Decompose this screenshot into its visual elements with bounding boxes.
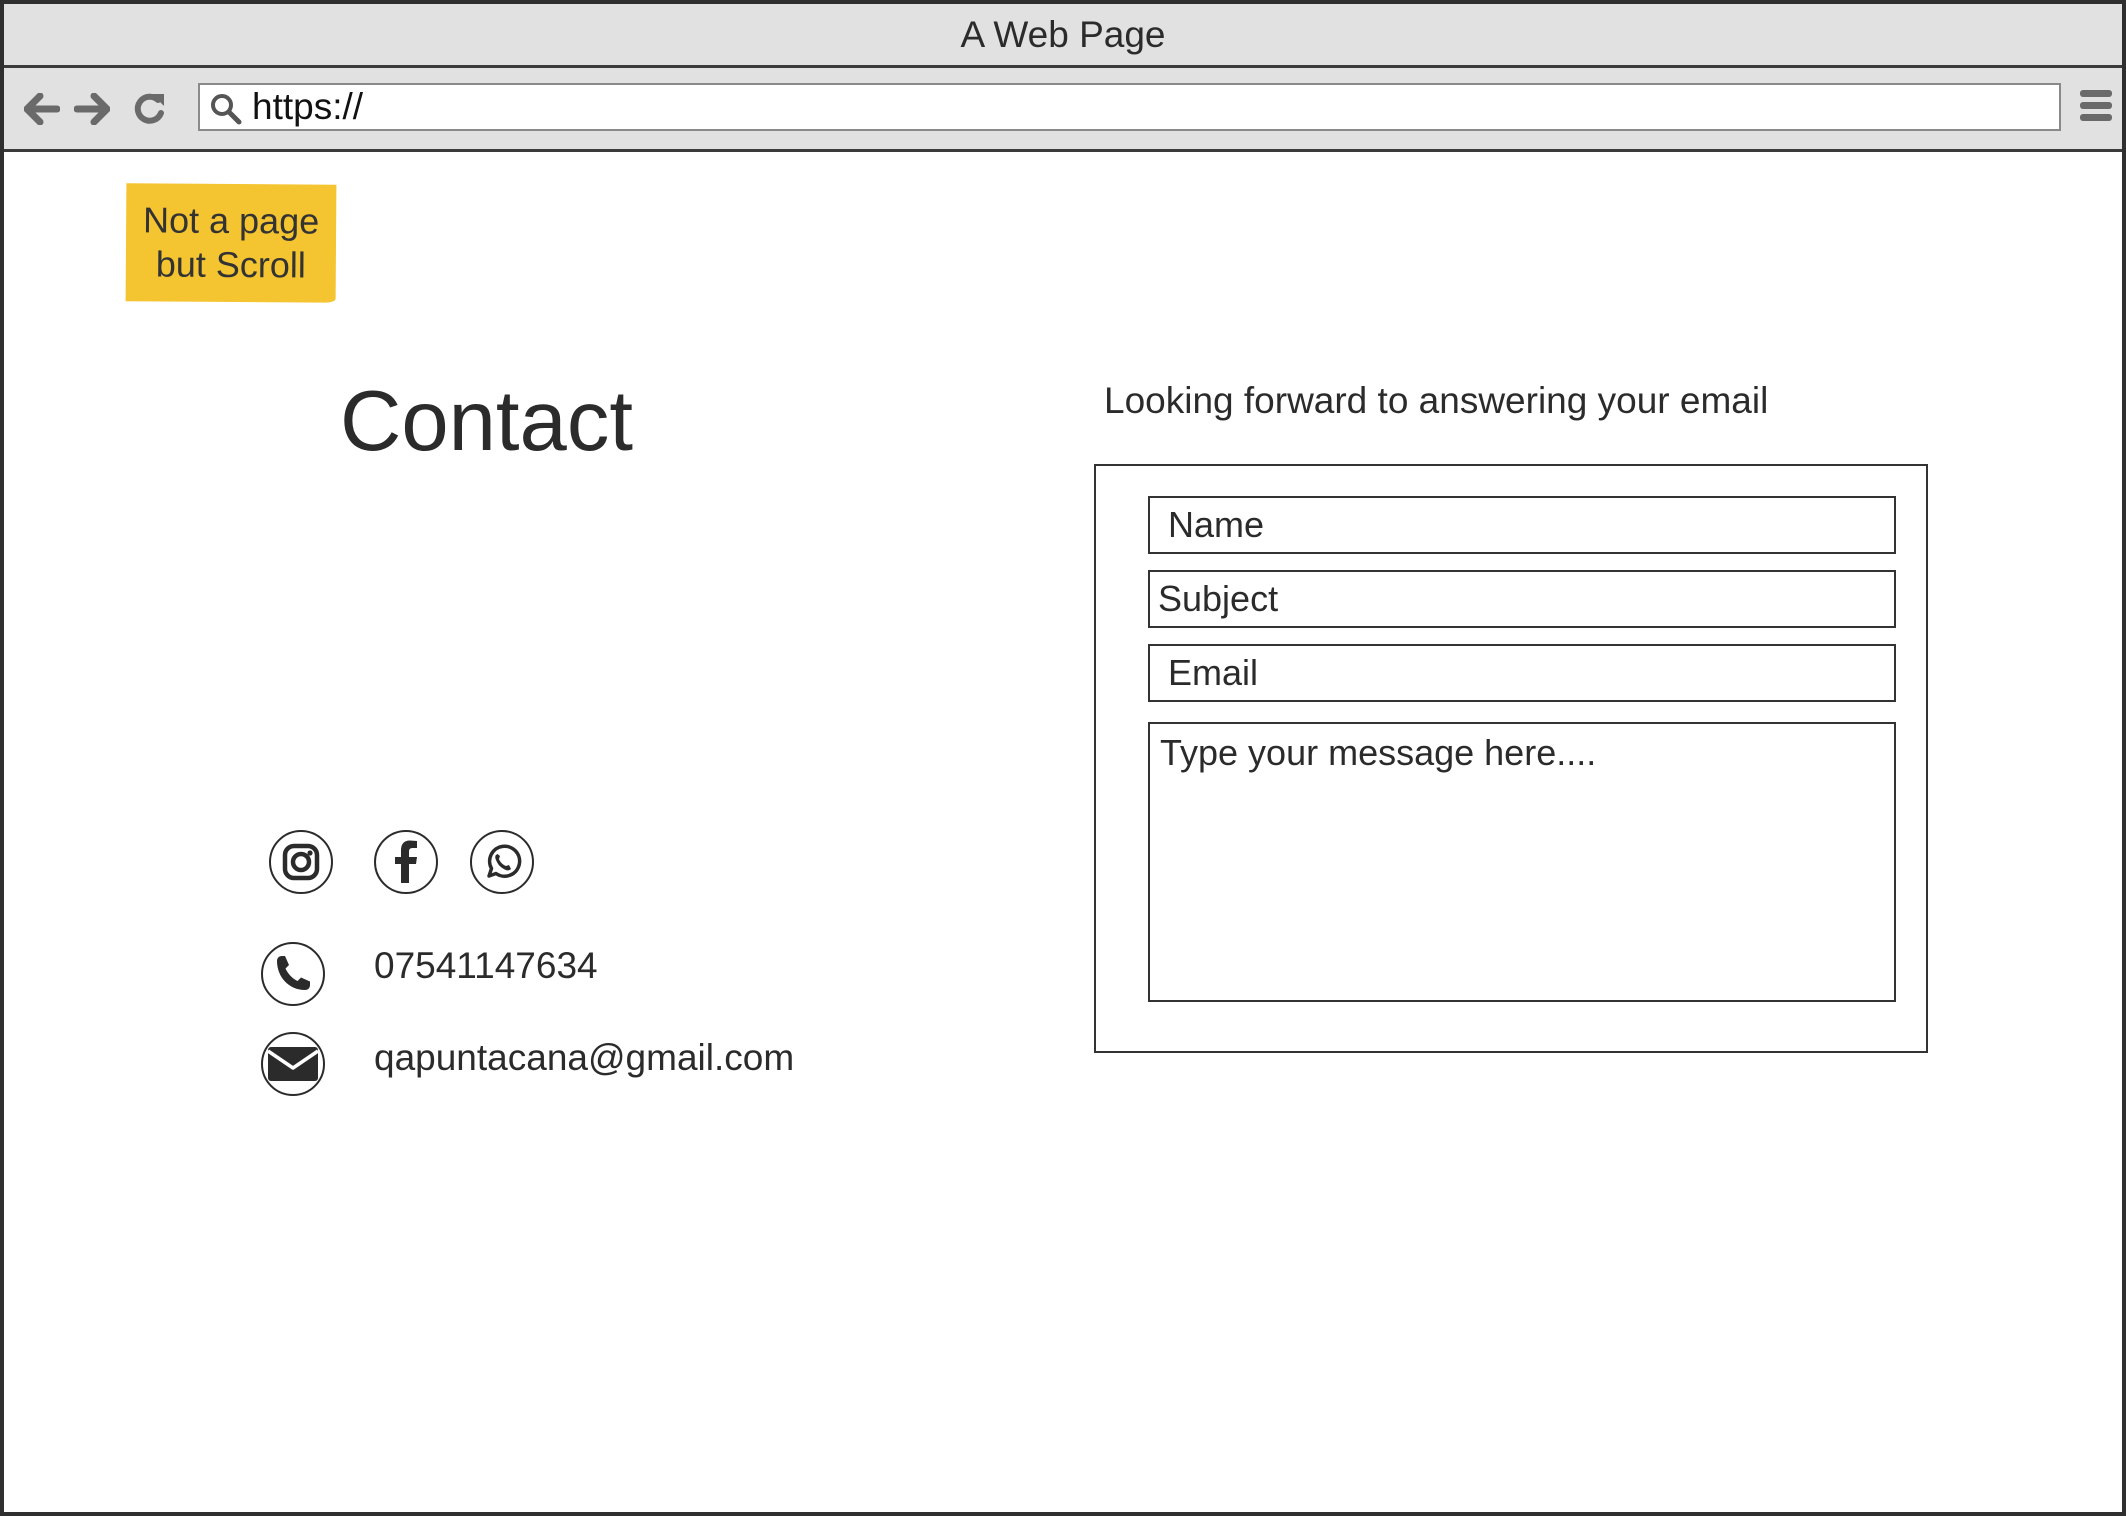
window-title: A Web Page [960,13,1166,55]
hamburger-menu-icon[interactable] [2078,90,2114,130]
whatsapp-icon[interactable] [469,829,535,895]
forward-arrow-icon [74,93,110,125]
back-arrow-icon [24,93,60,125]
sticky-note-line-2: but Scroll [155,243,307,286]
title-bar: A Web Page [4,4,2122,68]
phone-icon [261,942,325,1006]
subject-field[interactable] [1148,570,1896,628]
facebook-icon[interactable] [373,829,439,895]
mail-icon [261,1032,325,1096]
browser-toolbar [4,68,2122,152]
forward-button[interactable] [70,87,114,131]
sticky-note: Not a page but Scroll [125,183,337,303]
page-subtitle: Looking forward to answering your email [1104,380,1769,421]
phone-number: 07541147634 [374,945,598,986]
sticky-note-line-1: Not a page [142,199,320,242]
search-icon [211,94,242,125]
instagram-icon[interactable] [268,829,334,895]
url-input[interactable] [252,87,2042,127]
address-bar[interactable] [198,83,2061,131]
email-field[interactable] [1148,644,1896,702]
page-title: Contact [340,374,633,469]
name-field[interactable] [1148,496,1896,554]
reload-button[interactable] [129,87,173,131]
email-address[interactable]: qapuntacana@gmail.com [374,1034,794,1082]
message-field[interactable] [1148,722,1896,1002]
browser-window: A Web Page https:// Not a page but Scrol… [0,0,2126,1516]
back-button[interactable] [20,87,64,131]
reload-icon [134,93,164,124]
